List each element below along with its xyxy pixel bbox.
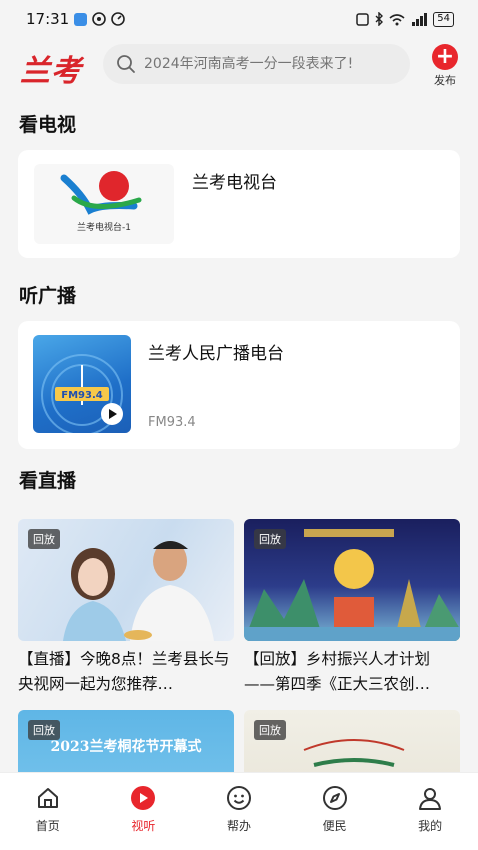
live-item-title: 【回放】乡村振兴人才计划——第四季《正大三农创… bbox=[244, 650, 431, 693]
radio-station-card[interactable]: FM93.4 兰考人民广播电台 FM93.4 bbox=[18, 321, 460, 449]
app-notification-icon bbox=[74, 12, 88, 26]
tab-services[interactable]: 便民 bbox=[300, 785, 370, 850]
status-time: 17:31 bbox=[26, 10, 70, 28]
radio-station-name: 兰考人民广播电台 bbox=[148, 344, 284, 364]
tab-label: 帮办 bbox=[226, 819, 251, 833]
live-item[interactable]: 回放 【回放】乡村振兴人才计划——第四季《正大三农创… bbox=[244, 519, 460, 697]
svg-text:兰考电视台-1: 兰考电视台-1 bbox=[77, 221, 131, 233]
tab-label: 视听 bbox=[131, 819, 156, 833]
tv-station-logo: 兰考电视台-1 bbox=[34, 164, 174, 244]
tv-station-card[interactable]: 兰考电视台-1 兰考电视台 bbox=[18, 150, 460, 258]
app-logo: 兰考 bbox=[20, 54, 82, 89]
live-thumbnail: 回放 bbox=[18, 519, 234, 641]
nfc-icon bbox=[356, 12, 370, 26]
bottom-tab-bar: 首页 视听 帮办 便民 我的 bbox=[0, 772, 478, 850]
play-circle-icon bbox=[131, 786, 156, 810]
publish-button[interactable]: + 发布 bbox=[430, 44, 460, 88]
bluetooth-icon bbox=[375, 12, 384, 26]
tv-station-name: 兰考电视台 bbox=[192, 173, 277, 193]
notification-icon bbox=[92, 12, 107, 26]
smile-icon bbox=[226, 786, 251, 810]
speed-icon bbox=[111, 12, 126, 26]
status-bar: 17:31 54 bbox=[0, 0, 478, 38]
tab-audio-video[interactable]: 视听 bbox=[108, 785, 178, 850]
signal-icon bbox=[412, 12, 428, 26]
svg-text:FM93.4: FM93.4 bbox=[61, 390, 102, 401]
top-header: 兰考 + 发布 bbox=[0, 40, 478, 90]
play-icon[interactable] bbox=[101, 403, 123, 425]
tab-label: 便民 bbox=[322, 819, 347, 833]
live-item-title: 【直播】今晚8点！兰考县长与央视网一起为您推荐… bbox=[18, 650, 230, 693]
plus-icon: + bbox=[432, 44, 458, 70]
radio-station-art: FM93.4 bbox=[33, 335, 131, 433]
replay-badge: 回放 bbox=[28, 529, 60, 549]
tab-label: 我的 bbox=[418, 819, 443, 833]
compass-icon bbox=[322, 786, 347, 810]
replay-badge: 回放 bbox=[254, 720, 286, 740]
wifi-icon bbox=[389, 13, 405, 25]
section-title-live: 看直播 bbox=[19, 470, 77, 492]
section-title-radio: 听广播 bbox=[19, 285, 77, 307]
user-icon bbox=[419, 788, 442, 810]
battery-indicator: 54 bbox=[433, 11, 454, 27]
replay-badge: 回放 bbox=[254, 529, 286, 549]
replay-badge: 回放 bbox=[28, 720, 60, 740]
tab-mine[interactable]: 我的 bbox=[395, 785, 465, 850]
home-icon bbox=[37, 788, 58, 808]
tab-home[interactable]: 首页 bbox=[13, 785, 83, 850]
search-bar[interactable] bbox=[103, 44, 410, 84]
tab-help[interactable]: 帮办 bbox=[204, 785, 274, 850]
publish-label: 发布 bbox=[434, 74, 456, 87]
live-thumbnail: 回放 bbox=[244, 519, 460, 641]
search-input[interactable] bbox=[144, 56, 394, 72]
section-title-tv: 看电视 bbox=[19, 114, 77, 136]
tab-label: 首页 bbox=[35, 819, 60, 833]
search-icon bbox=[117, 55, 135, 73]
radio-frequency: FM93.4 bbox=[148, 415, 196, 430]
live-item[interactable]: 回放 【直播】今晚8点！兰考县长与央视网一起为您推荐… bbox=[18, 519, 234, 697]
